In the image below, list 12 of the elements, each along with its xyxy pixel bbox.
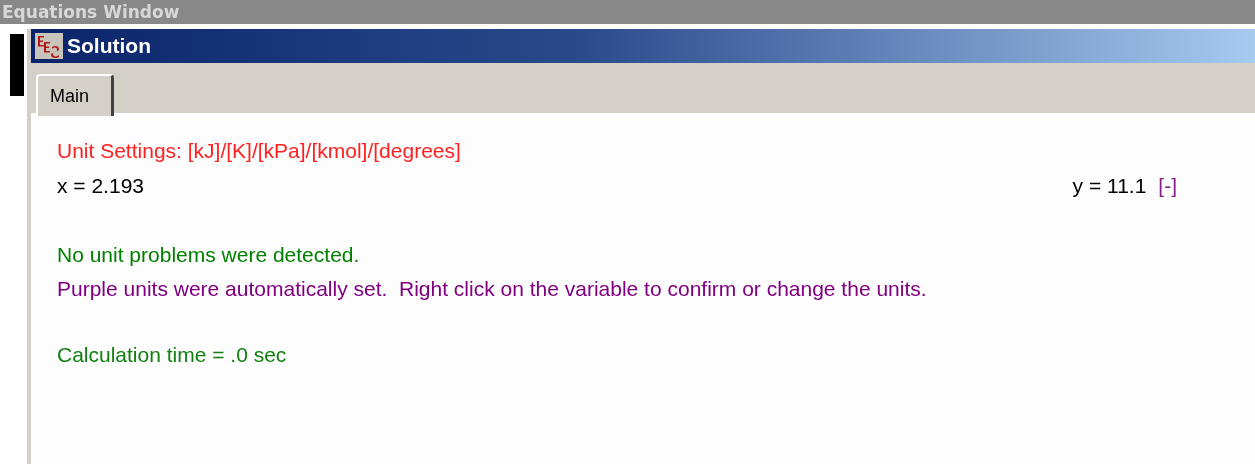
calculation-time-text: Calculation time = .0 sec [57, 342, 288, 368]
variable-value: x = 2.193 [57, 173, 144, 199]
window-title: Solution [67, 34, 151, 58]
tab[interactable]: Main [36, 74, 114, 116]
unit-settings-text: Unit Settings: [kJ]/[K]/[kPa]/[kmol]/[degrees] [57, 138, 462, 164]
app-logo-icon [35, 33, 63, 59]
background-window-edge [10, 34, 24, 96]
variable-value: y = 11.1 [1072, 173, 1147, 199]
variable-unit[interactable]: [-] [1158, 168, 1177, 206]
message-text: No unit problems were detected. [57, 242, 361, 268]
message-text: Purple units were automatically set. Right click on the variable to confirm or change the units. [57, 276, 928, 302]
background-window-title: Equations Window [1, 2, 180, 22]
